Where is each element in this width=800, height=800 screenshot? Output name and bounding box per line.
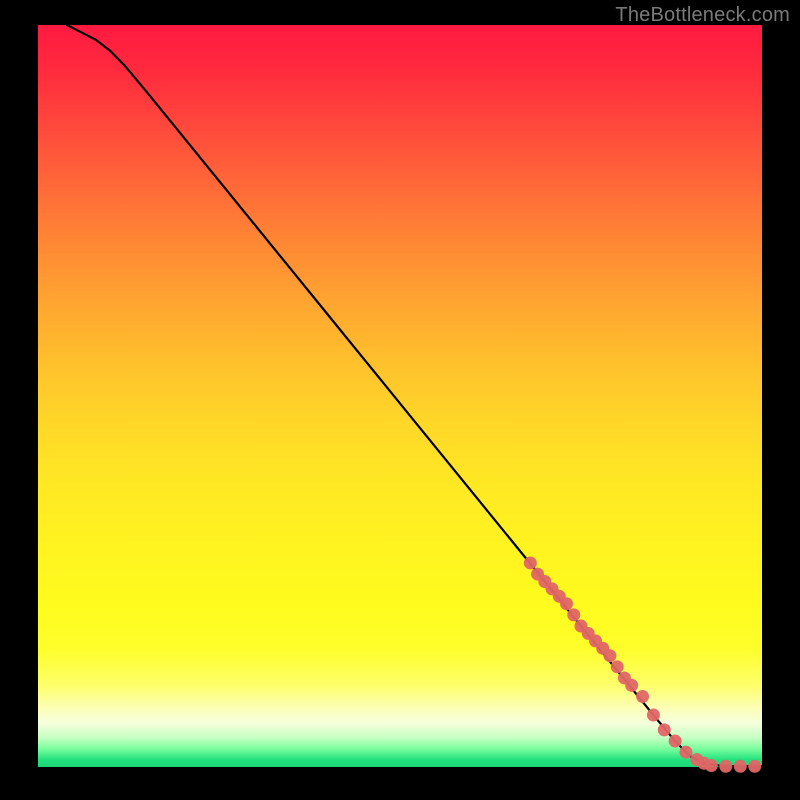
data-point [603, 649, 616, 662]
data-point [679, 746, 692, 759]
data-point [560, 597, 573, 610]
data-points-group [524, 556, 761, 772]
chart-frame: TheBottleneck.com [0, 0, 800, 800]
data-point [748, 760, 761, 773]
data-point [658, 723, 671, 736]
plot-area [38, 25, 762, 767]
data-point [734, 760, 747, 773]
data-point [705, 759, 718, 772]
data-point [524, 556, 537, 569]
chart-svg [38, 25, 762, 767]
data-point [625, 679, 638, 692]
attribution-label: TheBottleneck.com [615, 4, 790, 27]
bottleneck-curve-line [67, 25, 762, 766]
data-point [669, 735, 682, 748]
data-point [719, 760, 732, 773]
data-point [647, 709, 660, 722]
data-point [611, 660, 624, 673]
data-point [636, 690, 649, 703]
data-point [567, 608, 580, 621]
